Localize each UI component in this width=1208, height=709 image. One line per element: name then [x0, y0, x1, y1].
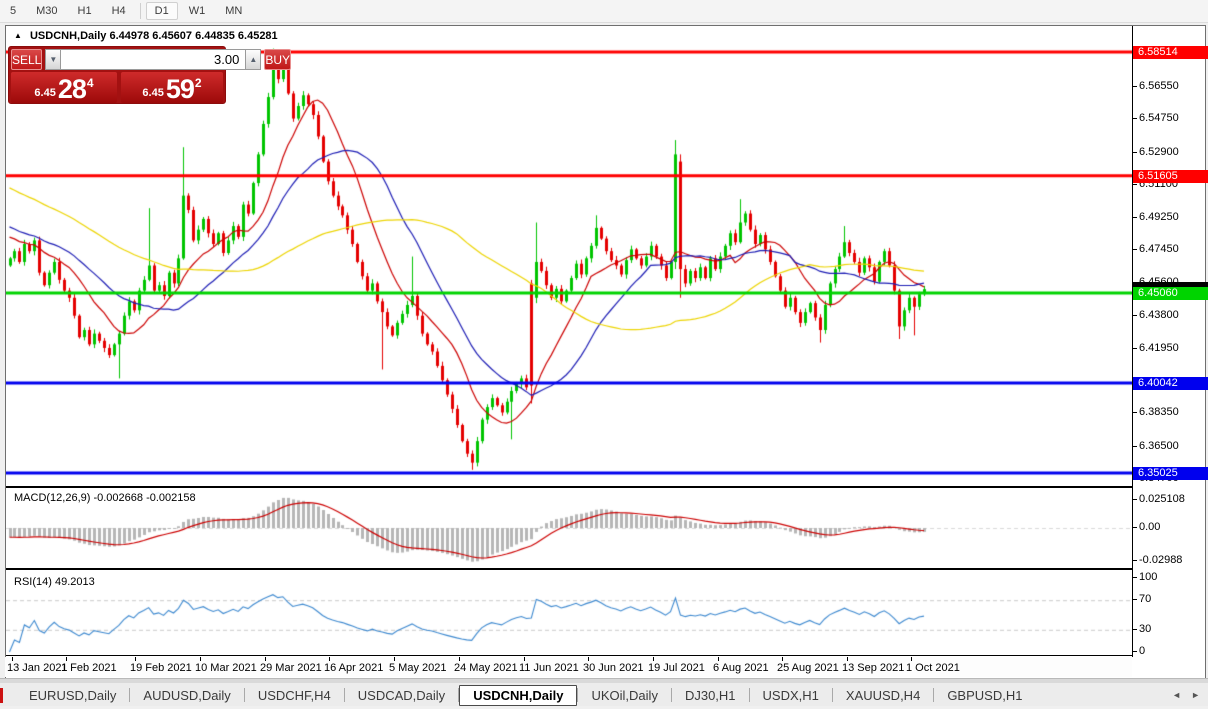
date-tick-label: 25 Aug 2021 [777, 662, 839, 674]
date-tick-label: 13 Sep 2021 [842, 662, 904, 674]
timeframe-button-H1[interactable]: H1 [69, 2, 101, 20]
date-tick-label: 10 Mar 2021 [195, 662, 257, 674]
sell-price-display[interactable]: 6.45 28 4 [11, 72, 117, 103]
date-tick-label: 19 Jul 2021 [648, 662, 705, 674]
buy-price-big: 59 [166, 76, 194, 102]
rsi-tick-label: 0 [1139, 645, 1145, 657]
chart-tab-GBPUSD-H1[interactable]: GBPUSD,H1 [934, 686, 1035, 705]
rsi-tick-label: 30 [1139, 623, 1151, 635]
date-tick-label: 5 May 2021 [389, 662, 446, 674]
chart-tab-USDCHF-H4[interactable]: USDCHF,H4 [245, 686, 344, 705]
price-tick-label: 6.41950 [1139, 342, 1179, 354]
chart-tab-UKOil-Daily[interactable]: UKOil,Daily [578, 686, 670, 705]
terminal-root: { "toolbar": { "timeframes": [ {"label":… [0, 0, 1208, 709]
hline-price-label: 6.35025 [1133, 467, 1208, 480]
price-tick-label: 6.38350 [1139, 406, 1179, 418]
date-tick-label: 13 Jan 2021 [7, 662, 68, 674]
date-tick-label: 16 Apr 2021 [324, 662, 383, 674]
date-tick-label: 30 Jun 2021 [583, 662, 644, 674]
rsi-tick-label: 100 [1139, 571, 1157, 583]
price-tick-label: 6.47450 [1139, 243, 1179, 255]
hline-price-label: 6.45060 [1133, 287, 1208, 300]
chart-tab-bar: EURUSD,DailyAUDUSD,DailyUSDCHF,H4USDCAD,… [0, 683, 1208, 706]
rsi-label: RSI(14) 49.2013 [14, 576, 95, 588]
chart-title: ▲ USDCNH,Daily 6.44978 6.45607 6.44835 6… [14, 30, 278, 42]
price-tick-label: 6.49250 [1139, 211, 1179, 223]
chart-tab-USDX-H1[interactable]: USDX,H1 [750, 686, 832, 705]
hline-price-label: 6.40042 [1133, 377, 1208, 390]
volume-stepper: ▼ ▲ [45, 49, 261, 70]
timeframe-button-W1[interactable]: W1 [180, 2, 215, 20]
sell-price-big: 28 [58, 76, 86, 102]
volume-decrease-button[interactable]: ▼ [45, 49, 61, 70]
hline-price-label: 6.58514 [1133, 46, 1208, 59]
price-tick-label: 6.36500 [1139, 440, 1179, 452]
sell-price-small: 6.45 [34, 87, 55, 99]
rsi-tick-label: 70 [1139, 593, 1151, 605]
chart-tab-DJ30-H1[interactable]: DJ30,H1 [672, 686, 749, 705]
hline-price-label: 6.51605 [1133, 170, 1208, 183]
volume-increase-button[interactable]: ▲ [245, 49, 261, 70]
chart-tab-XAUUSD-H4[interactable]: XAUUSD,H4 [833, 686, 933, 705]
tab-scroll-left-icon[interactable]: ◄ [1172, 690, 1181, 700]
price-axis-separator [1132, 26, 1133, 657]
sell-button[interactable]: SELL [11, 49, 42, 70]
tab-scroll-right-icon[interactable]: ► [1191, 690, 1200, 700]
timeframe-toolbar: 5M30H1H4 D1W1MN [0, 0, 1208, 23]
chart-tab-USDCNH-Daily[interactable]: USDCNH,Daily [459, 685, 577, 706]
timeframe-button-5[interactable]: 5 [1, 2, 25, 20]
buy-price-sup: 2 [195, 76, 202, 90]
timeframe-button-H4[interactable]: H4 [103, 2, 135, 20]
price-tick-label: 6.43800 [1139, 309, 1179, 321]
buy-price-display[interactable]: 6.45 59 2 [121, 72, 223, 103]
price-tick-label: 6.54750 [1139, 112, 1179, 124]
volume-input[interactable] [61, 49, 245, 70]
date-tick-label: 29 Mar 2021 [260, 662, 322, 674]
symbol-period-label: USDCNH,Daily [30, 30, 106, 42]
price-tick-label: 6.52900 [1139, 146, 1179, 158]
chart-tab-EURUSD-Daily[interactable]: EURUSD,Daily [16, 686, 129, 705]
date-tick-label: 1 Oct 2021 [906, 662, 960, 674]
date-tick-label: 19 Feb 2021 [130, 662, 192, 674]
timeframe-button-D1[interactable]: D1 [146, 2, 178, 20]
rsi-pane-canvas[interactable] [6, 570, 1133, 656]
tabbar-left-accent [0, 688, 3, 703]
one-click-trading-panel: SELL ▼ ▲ BUY 6.45 28 4 6.45 59 2 [8, 46, 226, 104]
chart-tab-AUDUSD-Daily[interactable]: AUDUSD,Daily [130, 686, 243, 705]
date-tick-label: 1 Feb 2021 [61, 662, 117, 674]
date-tick-label: 24 May 2021 [454, 662, 518, 674]
buy-price-small: 6.45 [142, 87, 163, 99]
price-tick-label: 6.56550 [1139, 80, 1179, 92]
sell-price-sup: 4 [87, 76, 94, 90]
toolbar-separator [140, 3, 141, 19]
date-tick-label: 11 Jun 2021 [519, 662, 579, 674]
timeframe-button-MN[interactable]: MN [216, 2, 251, 20]
date-tick-label: 6 Aug 2021 [713, 662, 769, 674]
date-axis[interactable]: 13 Jan 20211 Feb 2021 19 Feb 202110 Mar 2… [5, 657, 1132, 677]
buy-button[interactable]: BUY [264, 49, 291, 70]
macd-tick-label: -0.02988 [1139, 554, 1182, 566]
macd-label: MACD(12,26,9) -0.002668 -0.002158 [14, 492, 196, 504]
macd-tick-label: 0.00 [1139, 521, 1160, 533]
macd-tick-label: 0.025108 [1139, 493, 1185, 505]
collapse-panel-icon[interactable]: ▲ [14, 31, 22, 40]
chart-tab-USDCAD-Daily[interactable]: USDCAD,Daily [345, 686, 458, 705]
timeframe-button-M30[interactable]: M30 [27, 2, 66, 20]
ohlc-quotes: 6.44978 6.45607 6.44835 6.45281 [109, 30, 277, 42]
